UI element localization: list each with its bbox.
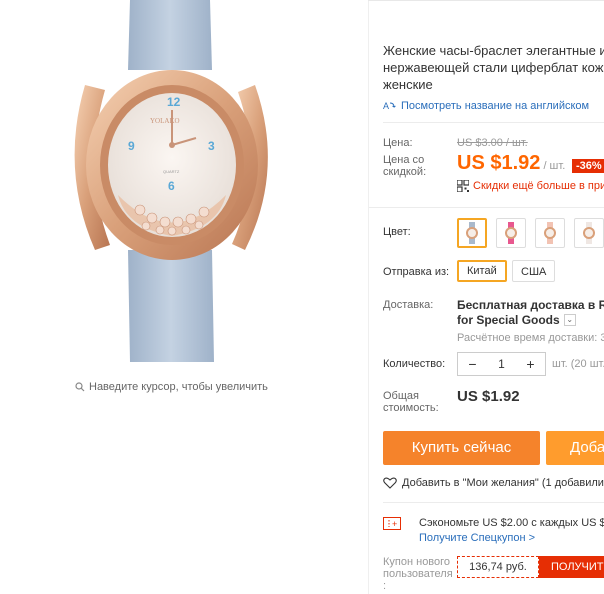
zoom-hint-text: Наведите курсор, чтобы увеличить — [89, 381, 268, 393]
price-value: US $1.92 — [457, 152, 541, 174]
color-swatch-grey[interactable] — [457, 218, 487, 248]
watch-white-thumb — [583, 222, 595, 244]
delivery-time: Расчётное время доставки: 3 — [457, 332, 604, 344]
product-image[interactable]: 12 9 3 6 YOLAKO QUARTZ — [0, 0, 370, 380]
color-swatch-peach[interactable] — [535, 218, 565, 248]
watch-grey-thumb — [466, 222, 478, 244]
app-promo-text[interactable]: Скидки ещё больше в при — [473, 180, 604, 192]
discount-label-line-1: Цена со — [383, 154, 425, 166]
delivery-line-1: Бесплатная доставка в Russ — [457, 298, 604, 312]
discount-price: US $1.92 / шт. — [457, 152, 565, 175]
coupon-label-line-3: : — [383, 580, 387, 592]
save-promo-text: Сэкономьте US $2.00 с каждых US $15 — [419, 517, 604, 529]
discount-label-line-2: скидкой: — [383, 166, 427, 178]
get-coupon-link[interactable]: Получите Спецкупон > — [419, 532, 535, 544]
svg-text:+: + — [392, 519, 397, 529]
quantity-increase-button[interactable]: + — [516, 356, 545, 372]
watch-brand: YOLAKO — [150, 117, 180, 125]
coupon-label-line-2: пользователя — [383, 568, 453, 580]
coupon-value: 136,74 руб. — [457, 556, 539, 578]
watch-pink-thumb — [505, 222, 517, 244]
quantity-stepper[interactable]: − 1 + — [457, 352, 546, 376]
price-per-unit: / шт. — [540, 160, 566, 172]
delivery-line-2[interactable]: for Special Goods — [457, 313, 560, 327]
total-label-line-1: Общая — [383, 390, 419, 402]
quantity-label: Количество: — [383, 358, 446, 370]
get-coupon-button[interactable]: ПОЛУЧИТЬ — [539, 556, 604, 578]
watch-peach-thumb — [544, 222, 556, 244]
translate-title-link[interactable]: A Посмотреть название на английском — [383, 100, 589, 112]
color-label: Цвет: — [383, 226, 411, 238]
coupon-icon-wrap: + — [383, 517, 401, 533]
add-to-wishlist[interactable]: Добавить в "Мои желания" (1 добавили) — [383, 477, 604, 489]
product-gallery[interactable]: 12 9 3 6 YOLAKO QUARTZ — [0, 0, 370, 594]
price-label: Цена: — [383, 137, 413, 149]
column-divider — [368, 0, 369, 594]
wishlist-label[interactable]: Добавить в "Мои желания" (1 добавили) — [402, 477, 604, 489]
title-separator — [383, 122, 604, 123]
price-separator — [369, 207, 604, 208]
quantity-available: шт. (20 шт. — [552, 358, 604, 370]
discount-badge: -36% — [572, 159, 604, 173]
quantity-decrease-button[interactable]: − — [458, 356, 487, 372]
translate-link-label[interactable]: Посмотреть название на английском — [401, 100, 589, 112]
title-line-3: женские — [383, 77, 433, 92]
color-swatches — [457, 218, 604, 248]
total-value: US $1.92 — [457, 388, 520, 405]
chevron-down-icon[interactable]: ⌄ — [563, 314, 576, 326]
top-divider — [368, 0, 604, 1]
add-to-cart-button[interactable]: Доба — [546, 431, 604, 465]
watch-sub: QUARTZ — [163, 169, 180, 174]
buy-now-button[interactable]: Купить сейчас — [383, 431, 540, 465]
svg-text:3: 3 — [208, 139, 215, 153]
ship-from-usa[interactable]: США — [512, 260, 556, 282]
zoom-hint: Наведите курсор, чтобы увеличить — [75, 381, 268, 393]
total-label-line-2: стоимость: — [383, 402, 439, 414]
translate-icon: A — [383, 101, 396, 111]
title-line-1: Женские часы-браслет элегантные из — [383, 43, 604, 58]
magnifier-icon — [75, 382, 85, 392]
coupon-icon: + — [383, 517, 401, 530]
ship-from-label: Отправка из: — [383, 266, 450, 278]
delivery-method[interactable]: for Special Goods ⌄ — [457, 313, 576, 327]
svg-text:12: 12 — [167, 95, 181, 109]
delivery-label: Доставка: — [383, 299, 434, 311]
svg-text:A: A — [383, 101, 389, 111]
total-label: Общая стоимость: — [383, 390, 439, 414]
color-swatch-pink[interactable] — [496, 218, 526, 248]
heart-icon — [383, 477, 397, 489]
product-title: Женские часы-браслет элегантные из нержа… — [383, 42, 604, 93]
discount-price-label: Цена со скидкой: — [383, 154, 426, 178]
svg-text:9: 9 — [128, 139, 135, 153]
qr-code-icon — [457, 180, 469, 192]
svg-text:6: 6 — [168, 179, 175, 193]
app-promo[interactable]: Скидки ещё больше в при — [457, 180, 604, 192]
ship-from-china[interactable]: Китай — [457, 260, 507, 282]
quantity-input[interactable]: 1 — [487, 357, 516, 371]
new-user-coupon-label: Купон нового пользователя : — [383, 556, 453, 592]
actions-separator — [383, 502, 604, 503]
old-price: US $3.00 / шт. — [457, 137, 528, 149]
coupon-label-line-1: Купон нового — [383, 556, 451, 568]
color-swatch-white[interactable] — [574, 218, 604, 248]
title-line-2: нержавеющей стали циферблат кож — [383, 60, 604, 75]
